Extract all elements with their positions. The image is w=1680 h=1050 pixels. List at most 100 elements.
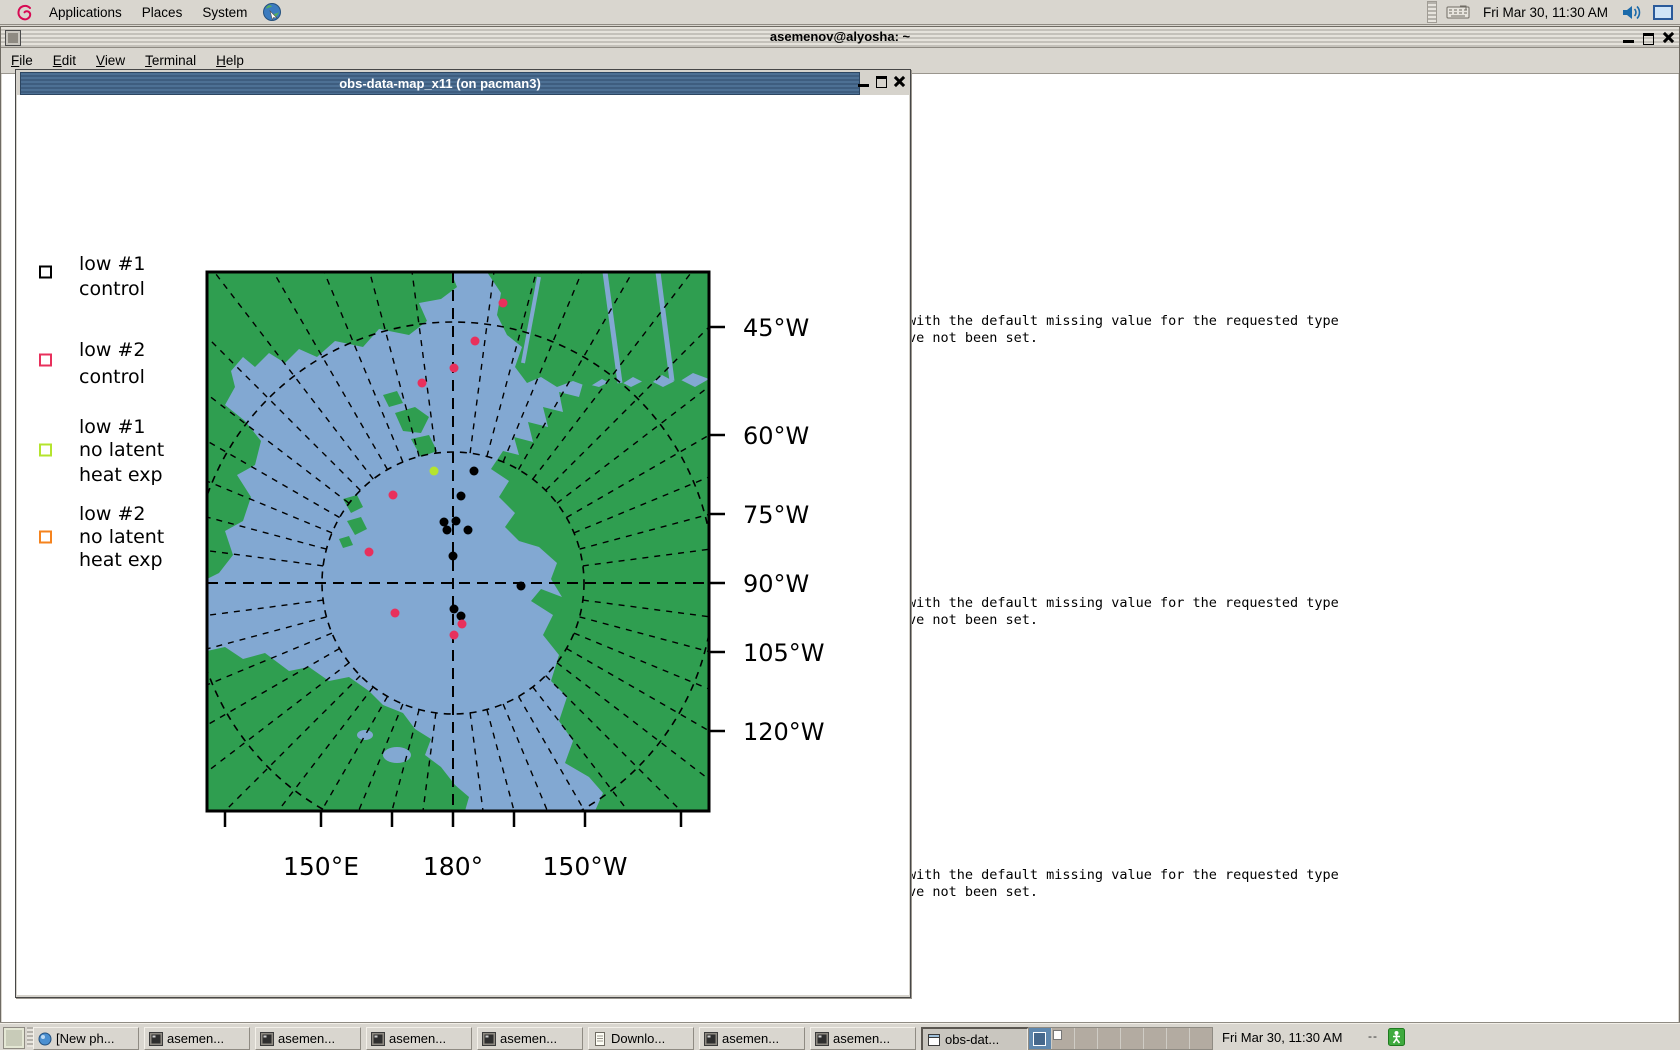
landmass bbox=[487, 272, 709, 387]
data-point bbox=[457, 492, 466, 501]
bottom-axis-label: 150°W bbox=[543, 852, 628, 881]
legend-label: heat exp bbox=[79, 464, 163, 486]
legend-label: low #2 bbox=[79, 339, 146, 361]
data-point bbox=[430, 467, 439, 476]
taskbar-button-asemen[interactable]: asemen... bbox=[477, 1027, 583, 1050]
restore-icon[interactable] bbox=[1642, 31, 1655, 44]
taskbar-button-asemen[interactable]: asemen... bbox=[255, 1027, 361, 1050]
workspace-switcher[interactable] bbox=[1028, 1027, 1213, 1050]
legend-label: low #2 bbox=[79, 503, 146, 525]
web-icon bbox=[38, 1032, 52, 1046]
terminal-icon bbox=[482, 1032, 496, 1046]
terminal-icon bbox=[815, 1032, 829, 1046]
terminal-icon bbox=[260, 1032, 274, 1046]
obs-map-window: obs-data-map_x11 (on pacman3) 150°E180°1… bbox=[15, 69, 911, 998]
data-point bbox=[450, 631, 459, 640]
workspace-2[interactable] bbox=[1052, 1028, 1075, 1049]
file-icon bbox=[593, 1032, 607, 1046]
terminal-icon bbox=[371, 1032, 385, 1046]
terminal-titlebar[interactable]: asemenov@alyosha: ~ bbox=[1, 27, 1679, 48]
menu-applications[interactable]: Applications bbox=[39, 0, 132, 24]
session-applet-icon[interactable] bbox=[1388, 1028, 1405, 1046]
workspace-7[interactable] bbox=[1167, 1028, 1190, 1049]
taskbar-button-asemen[interactable]: asemen... bbox=[810, 1027, 916, 1050]
right-axis-label: 60°W bbox=[743, 422, 809, 450]
legend-entry: low #1no latent heat exp bbox=[40, 416, 164, 486]
close-icon[interactable] bbox=[1662, 31, 1675, 44]
top-panel: Applications Places System bbox=[0, 0, 1680, 25]
data-point bbox=[471, 337, 480, 346]
show-desktop-icon[interactable] bbox=[3, 1027, 25, 1049]
terminal-window-title: asemenov@alyosha: ~ bbox=[1, 29, 1679, 44]
taskbar-button-asemen[interactable]: asemen... bbox=[366, 1027, 472, 1050]
workspace-6[interactable] bbox=[1144, 1028, 1167, 1049]
data-point bbox=[470, 467, 479, 476]
arctic-map: 150°E180°150°W45°W60°W75°W90°W105°W120°W… bbox=[17, 95, 909, 995]
workspace-8[interactable] bbox=[1190, 1028, 1212, 1049]
display-icon[interactable] bbox=[1653, 4, 1673, 21]
taskbar-button-label: asemen... bbox=[722, 1031, 779, 1046]
maximize-icon[interactable] bbox=[875, 75, 888, 88]
right-axis-label: 105°W bbox=[743, 639, 825, 667]
minimize-icon[interactable] bbox=[857, 75, 870, 88]
panel-clock[interactable]: Fri Mar 30, 11:30 AM bbox=[1475, 5, 1616, 20]
legend-label: low #1 bbox=[79, 416, 146, 438]
menu-places[interactable]: Places bbox=[132, 0, 193, 24]
data-point bbox=[449, 552, 458, 561]
minimize-icon[interactable] bbox=[1622, 31, 1635, 44]
data-point bbox=[389, 491, 398, 500]
taskbar-button-label: asemen... bbox=[833, 1031, 890, 1046]
workspace-4[interactable] bbox=[1098, 1028, 1121, 1049]
debian-logo-icon[interactable] bbox=[15, 3, 34, 22]
keyboard-indicator-icon[interactable] bbox=[1446, 4, 1470, 20]
terminal-menu-edit[interactable]: Edit bbox=[53, 53, 76, 68]
legend-marker bbox=[40, 445, 51, 456]
data-point bbox=[440, 518, 449, 527]
desktop: Applications Places System bbox=[0, 0, 1680, 1050]
menu-system[interactable]: System bbox=[192, 0, 257, 24]
terminal-menu-file[interactable]: File bbox=[11, 53, 33, 68]
terminal-output-block: with the default missing value for the r… bbox=[908, 595, 1339, 629]
right-axis-label: 45°W bbox=[743, 314, 809, 342]
data-point bbox=[457, 612, 466, 621]
terminal-output-block: with the default missing value for the r… bbox=[908, 867, 1339, 901]
taskbar-grip: -- bbox=[1368, 1029, 1378, 1043]
terminal-menu-help[interactable]: Help bbox=[216, 53, 244, 68]
right-axis-label: 120°W bbox=[743, 718, 825, 746]
terminal-icon bbox=[704, 1032, 718, 1046]
data-point bbox=[418, 379, 427, 388]
workspace-3[interactable] bbox=[1075, 1028, 1098, 1049]
volume-icon[interactable] bbox=[1621, 4, 1643, 21]
taskbar-clock[interactable]: Fri Mar 30, 11:30 AM bbox=[1222, 1024, 1342, 1050]
applet-handle[interactable] bbox=[1427, 1, 1437, 23]
taskbar-button-downlo[interactable]: Downlo... bbox=[588, 1027, 694, 1050]
taskbar-button-asemen[interactable]: asemen... bbox=[144, 1027, 250, 1050]
taskbar-button-newph[interactable]: [New ph... bbox=[33, 1027, 139, 1050]
legend-label: no latent bbox=[79, 526, 164, 548]
bottom-axis-label: 150°E bbox=[283, 852, 359, 881]
legend-label: low #1 bbox=[79, 253, 146, 275]
browser-launcher-icon[interactable] bbox=[262, 2, 282, 22]
taskbar-button-label: Downlo... bbox=[611, 1031, 665, 1046]
data-point bbox=[365, 548, 374, 557]
data-point bbox=[499, 299, 508, 308]
workspace-5[interactable] bbox=[1121, 1028, 1144, 1049]
close-icon[interactable] bbox=[893, 75, 906, 88]
terminal-menu-view[interactable]: View bbox=[96, 53, 125, 68]
workspace-1[interactable] bbox=[1029, 1028, 1052, 1049]
data-point bbox=[452, 517, 461, 526]
right-axis-label: 75°W bbox=[743, 501, 809, 529]
data-point bbox=[443, 526, 452, 535]
data-point bbox=[450, 605, 459, 614]
obs-window-titlebar[interactable]: obs-data-map_x11 (on pacman3) bbox=[20, 72, 860, 95]
taskbar-button-label: asemen... bbox=[167, 1031, 224, 1046]
data-point bbox=[517, 582, 526, 591]
obs-window-title: obs-data-map_x11 (on pacman3) bbox=[21, 76, 859, 91]
series-low-1-no-latent-heat-exp bbox=[430, 467, 439, 476]
legend-label: control bbox=[79, 366, 145, 388]
taskbar-button-obsdat[interactable]: obs-dat... bbox=[921, 1027, 1029, 1050]
legend-label: no latent bbox=[79, 439, 164, 461]
terminal-menu-terminal[interactable]: Terminal bbox=[145, 53, 196, 68]
taskbar-button-asemen[interactable]: asemen... bbox=[699, 1027, 805, 1050]
legend-marker bbox=[40, 267, 51, 278]
